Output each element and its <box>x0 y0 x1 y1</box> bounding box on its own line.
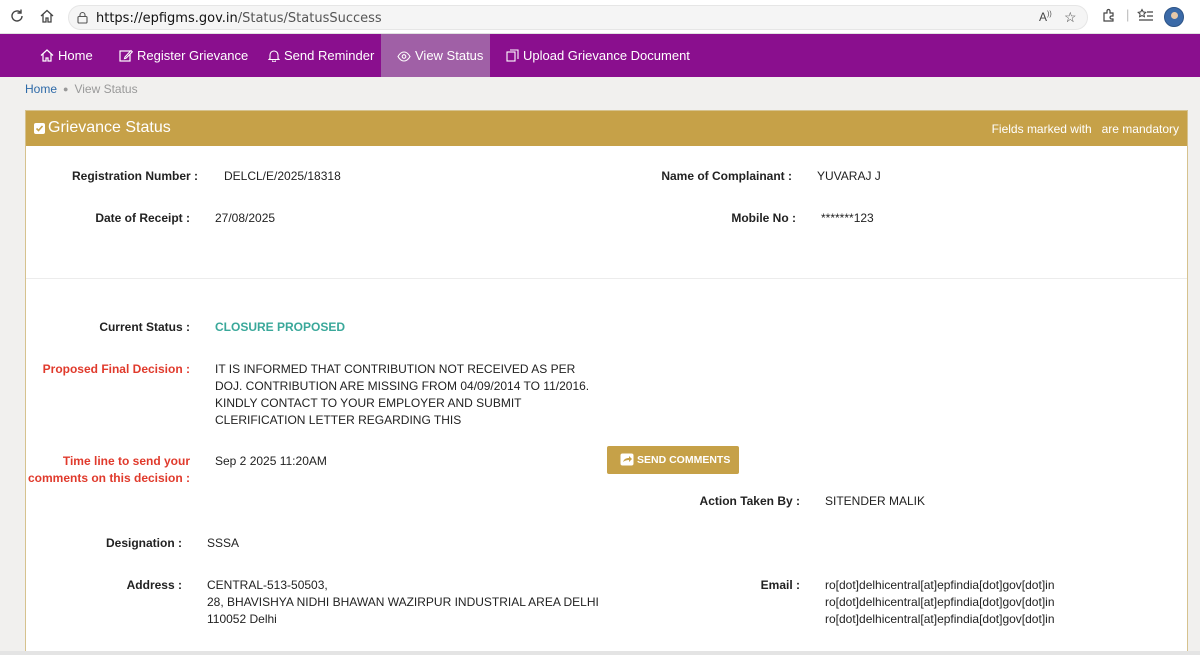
home-icon <box>40 49 54 62</box>
url-path: /Status/StatusSuccess <box>237 11 382 26</box>
breadcrumb-current: View Status <box>74 82 138 96</box>
url-host: https://epfigms.gov.in <box>96 11 238 26</box>
current-status-value: CLOSURE PROPOSED <box>215 320 346 334</box>
eye-icon <box>397 51 411 62</box>
mandatory-suffix: are mandatory <box>1101 122 1179 136</box>
complainant-label: Name of Complainant : <box>661 169 792 183</box>
action-taken-value: SITENDER MALIK <box>825 494 926 508</box>
favorite-star-icon[interactable]: ☆ <box>1064 9 1077 26</box>
designation-value: SSSA <box>207 536 240 550</box>
email-label: Email : <box>760 578 800 592</box>
bell-icon <box>267 50 281 63</box>
refresh-icon[interactable] <box>8 8 26 26</box>
checkbox-checked-icon <box>34 123 45 134</box>
edit-icon <box>119 49 134 62</box>
grievance-status-panel: Grievance Status Fields marked with are m… <box>25 110 1188 655</box>
address-line: 28, BHAVISHYA NIDHI BHAWAN WAZIRPUR INDU… <box>207 595 599 609</box>
final-decision-line: IT IS INFORMED THAT CONTRIBUTION NOT REC… <box>215 362 576 376</box>
email-line: ro[dot]delhicentral[at]epfindia[dot]gov[… <box>825 578 1055 592</box>
email-line: ro[dot]delhicentral[at]epfindia[dot]gov[… <box>825 612 1055 626</box>
address-value: CENTRAL-513-50503, 28, BHAVISHYA NIDHI B… <box>207 577 599 628</box>
mandatory-prefix: Fields marked with <box>991 122 1092 136</box>
address-line: CENTRAL-513-50503, <box>207 578 328 592</box>
breadcrumb-home[interactable]: Home <box>25 82 57 96</box>
horizontal-scrollbar[interactable] <box>0 651 1200 655</box>
action-taken-label: Action Taken By : <box>699 494 800 508</box>
final-decision-label: Proposed Final Decision : <box>42 362 190 376</box>
final-decision-line: KINDLY CONTACT TO YOUR EMPLOYER AND SUBM… <box>215 396 522 410</box>
breadcrumb-separator: ● <box>63 84 69 94</box>
home-icon[interactable] <box>38 8 56 26</box>
final-decision-value: IT IS INFORMED THAT CONTRIBUTION NOT REC… <box>215 361 589 429</box>
nav-home-label: Home <box>58 48 93 63</box>
upload-doc-icon <box>506 49 519 62</box>
timeline-label: Time line to send your comments on this … <box>28 453 190 487</box>
date-of-receipt-value: 27/08/2025 <box>215 211 276 225</box>
mobile-label: Mobile No : <box>731 211 796 225</box>
extensions-icon[interactable] <box>1101 8 1116 26</box>
address-label: Address : <box>126 578 182 592</box>
url-text: https://epfigms.gov.in/Status/StatusSucc… <box>96 11 382 26</box>
nav-view-status[interactable]: View Status <box>381 34 490 77</box>
mandatory-note: Fields marked with are mandatory <box>992 122 1179 136</box>
email-line: ro[dot]delhicentral[at]epfindia[dot]gov[… <box>825 595 1055 609</box>
complainant-value: YUVARAJ J <box>817 169 881 183</box>
read-aloud-icon[interactable]: A)) <box>1039 10 1052 24</box>
nav-home[interactable]: Home <box>40 34 93 77</box>
current-status-label: Current Status : <box>99 320 190 334</box>
final-decision-line: DOJ. CONTRIBUTION ARE MISSING FROM 04/09… <box>215 379 590 393</box>
final-decision-line: CLERIFICATION LETTER REGARDING THIS <box>215 413 462 427</box>
nav-send-reminder-label: Send Reminder <box>284 48 375 63</box>
nav-register-grievance[interactable]: Register Grievance <box>119 34 248 77</box>
nav-upload-grievance-document[interactable]: Upload Grievance Document <box>506 34 690 77</box>
nav-send-reminder[interactable]: Send Reminder <box>267 34 375 77</box>
favorites-list-icon[interactable] <box>1137 8 1154 26</box>
nav-view-status-label: View Status <box>415 48 484 63</box>
designation-label: Designation : <box>105 536 182 550</box>
registration-number-value: DELCL/E/2025/18318 <box>224 169 341 183</box>
timeline-value: Sep 2 2025 11:20AM <box>215 454 327 468</box>
send-comments-button[interactable]: SEND COMMENTS <box>607 446 739 474</box>
profile-avatar[interactable] <box>1164 7 1184 27</box>
nav-upload-grievance-document-label: Upload Grievance Document <box>523 48 690 63</box>
date-of-receipt-label: Date of Receipt : <box>95 211 190 225</box>
timeline-label-line: Time line to send your <box>62 454 190 468</box>
mobile-value: *******123 <box>821 211 874 225</box>
timeline-label-line: comments on this decision : <box>27 471 190 485</box>
address-bar[interactable]: https://epfigms.gov.in/Status/StatusSucc… <box>68 5 1088 30</box>
address-line: 110052 Delhi <box>207 612 277 626</box>
lock-icon[interactable] <box>76 11 89 24</box>
panel-title: Grievance Status <box>48 119 171 136</box>
share-icon <box>620 453 634 466</box>
nav-register-grievance-label: Register Grievance <box>137 48 249 63</box>
browser-toolbar: https://epfigms.gov.in/Status/StatusSucc… <box>0 0 1200 34</box>
send-comments-label: SEND COMMENTS <box>637 454 731 466</box>
breadcrumb: Home ● View Status <box>25 82 138 96</box>
toolbar-divider: | <box>1126 7 1130 22</box>
section-divider <box>26 278 1187 279</box>
panel-header: Grievance Status Fields marked with are m… <box>26 111 1187 146</box>
registration-number-label: Registration Number : <box>71 169 198 183</box>
email-value: ro[dot]delhicentral[at]epfindia[dot]gov[… <box>825 577 1055 628</box>
main-nav: Home Register Grievance Send Reminder Vi… <box>0 34 1200 77</box>
